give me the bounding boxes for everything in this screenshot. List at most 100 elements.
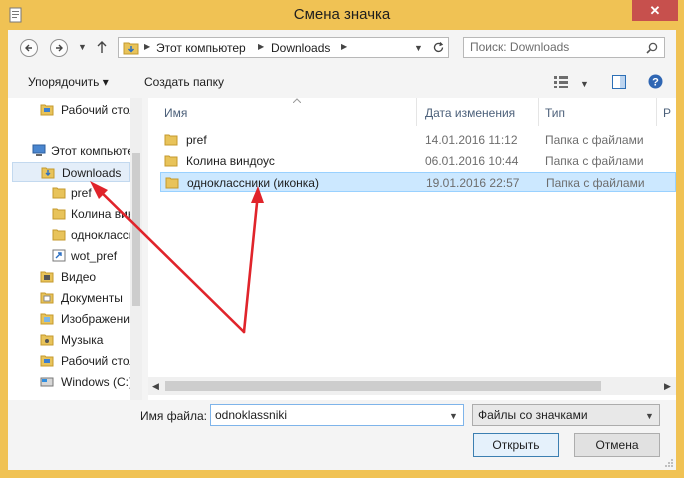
preview-pane-icon[interactable]	[612, 75, 626, 89]
drive-icon	[40, 377, 54, 387]
file-date: 14.01.2016 11:12	[425, 133, 518, 147]
file-row[interactable]: pref 14.01.2016 11:12 Папка с файлами	[160, 130, 676, 150]
nav-tree-item[interactable]: wot_pref	[8, 246, 130, 266]
column-header-size[interactable]: Р	[663, 106, 671, 120]
nav-tree-item-label: Колина виндоус	[71, 207, 130, 221]
nav-tree-item-label: Downloads	[62, 166, 122, 180]
vertical-scrollbar[interactable]	[130, 98, 142, 400]
nav-tree-item[interactable]: Изображения	[8, 309, 130, 329]
nav-tree-item[interactable]: Windows (C:)	[8, 372, 130, 392]
horizontal-scroll-thumb[interactable]	[165, 381, 601, 391]
search-input[interactable]	[470, 40, 640, 54]
filetype-select[interactable]: Файлы со значками ▼	[472, 404, 660, 426]
command-toolbar: Упорядочить ▾ Создать папку ▼ ?	[8, 67, 676, 98]
file-date: 19.01.2016 22:57	[426, 176, 520, 190]
breadcrumb-downloads[interactable]: Downloads	[271, 41, 330, 55]
open-button[interactable]: Открыть	[473, 433, 559, 457]
refresh-icon[interactable]	[432, 41, 445, 54]
forward-arrow-icon	[56, 44, 63, 52]
cancel-button[interactable]: Отмена	[574, 433, 660, 457]
horizontal-scrollbar[interactable]: ◀ ▶	[148, 377, 676, 395]
vertical-scroll-thumb[interactable]	[132, 153, 140, 306]
search-box[interactable]	[463, 37, 665, 58]
resize-grip-icon[interactable]	[664, 458, 674, 468]
file-list-pane: Имя Дата изменения Тип Р pref 14.01.2016 …	[148, 98, 676, 400]
forward-button[interactable]	[50, 39, 68, 57]
file-name: Колина виндоус	[186, 154, 275, 168]
column-header-type[interactable]: Тип	[545, 106, 565, 120]
column-divider[interactable]	[416, 98, 417, 126]
filetype-value: Файлы со значками	[478, 408, 588, 422]
breadcrumb-separator-icon: ▶	[258, 42, 265, 51]
filename-label: Имя файла:	[140, 409, 207, 423]
folder-icon	[164, 134, 178, 146]
documents-library-icon	[40, 292, 54, 304]
nav-tree-item-label: Рабочий стол	[61, 103, 130, 117]
file-type: Папка с файлами	[545, 154, 644, 168]
desktop-folder-icon	[40, 104, 54, 116]
column-header-name[interactable]: Имя	[164, 106, 187, 120]
nav-tree-item[interactable]: Документы	[8, 288, 130, 308]
nav-tree-item-label: Windows (C:)	[61, 375, 130, 389]
pictures-library-icon	[40, 313, 54, 325]
column-divider[interactable]	[656, 98, 657, 126]
nav-tree-item-label: Этот компьютер	[51, 144, 130, 158]
sort-ascending-icon	[293, 98, 301, 103]
filetype-chevron-down-icon[interactable]: ▼	[645, 411, 654, 421]
nav-tree-item[interactable]: Колина виндоус	[8, 204, 130, 224]
window-title: Смена значка	[293, 6, 391, 23]
nav-tree-item[interactable]: одноклассники (иконка)	[8, 225, 130, 245]
filename-chevron-down-icon[interactable]: ▼	[449, 411, 458, 421]
nav-tree-item-label: Изображения	[61, 312, 130, 326]
file-type: Папка с файлами	[546, 176, 645, 190]
scroll-left-arrow-icon[interactable]: ◀	[152, 381, 159, 392]
view-chevron-down-icon[interactable]: ▼	[580, 79, 589, 89]
computer-icon	[32, 144, 46, 156]
file-type: Папка с файлами	[545, 133, 644, 147]
navigation-pane: Рабочий стол Этот компьютер Downloads pref К…	[8, 98, 142, 400]
nav-tree-item[interactable]: Видео	[8, 267, 130, 287]
breadcrumb-separator-icon: ▶	[144, 42, 151, 51]
downloads-folder-icon	[123, 42, 139, 55]
recent-locations-chevron-icon[interactable]: ▼	[78, 42, 87, 52]
nav-tree-item[interactable]: pref	[8, 183, 130, 203]
dialog-body: ▼ ▶ Этот компьютер ▶ Downloads ▶ ▼ Поиск…	[8, 30, 676, 470]
search-icon[interactable]	[646, 42, 658, 54]
organize-button[interactable]: Упорядочить ▾	[28, 75, 109, 89]
file-name: pref	[186, 133, 207, 147]
column-header-date[interactable]: Дата изменения	[425, 106, 515, 120]
new-folder-button[interactable]: Создать папку	[144, 75, 224, 89]
close-button[interactable]: ✕	[632, 0, 678, 21]
nav-tree-item[interactable]: Рабочий стол	[8, 100, 130, 120]
scroll-right-arrow-icon[interactable]: ▶	[664, 381, 671, 392]
help-icon[interactable]: ?	[648, 74, 663, 89]
nav-tree-item-label: одноклассники (иконка)	[71, 228, 130, 242]
filename-input[interactable]	[215, 408, 435, 422]
file-row[interactable]: одноклассники (иконка) 19.01.2016 22:57 Па…	[160, 172, 676, 192]
nav-tree-item-label: wot_pref	[71, 249, 118, 263]
breadcrumb-this-pc[interactable]: Этот компьютер	[156, 41, 246, 55]
breadcrumb-separator-icon: ▶	[341, 42, 348, 51]
nav-tree-item[interactable]: Этот компьютер	[8, 141, 130, 161]
filename-combo[interactable]: ▼	[210, 404, 464, 426]
back-arrow-icon	[25, 44, 32, 52]
view-options-icon[interactable]	[554, 76, 568, 88]
folder-icon	[52, 229, 66, 241]
navigation-bar: ▼ ▶ Этот компьютер ▶ Downloads ▶ ▼	[8, 30, 676, 67]
file-row[interactable]: Колина виндоус 06.01.2016 10:44 Папка с фа…	[160, 151, 676, 171]
nav-tree-item[interactable]: Рабочий стол	[8, 351, 130, 371]
address-history-chevron-icon[interactable]: ▼	[414, 43, 423, 53]
file-date: 06.01.2016 10:44	[425, 154, 519, 168]
title-bar: Смена значка ✕	[0, 0, 684, 30]
nav-tree-item[interactable]: Downloads	[12, 162, 130, 182]
nav-tree-item-label: pref	[71, 186, 92, 200]
back-button[interactable]	[20, 39, 38, 57]
music-library-icon	[40, 334, 54, 346]
column-divider[interactable]	[538, 98, 539, 126]
address-bar[interactable]: ▶ Этот компьютер ▶ Downloads ▶ ▼	[118, 37, 449, 58]
nav-tree-item-label: Рабочий стол	[61, 354, 130, 368]
downloads-folder-icon	[41, 167, 55, 179]
up-arrow-icon[interactable]	[96, 39, 108, 55]
nav-tree-item[interactable]: Музыка	[8, 330, 130, 350]
desktop-folder-icon	[40, 355, 54, 367]
